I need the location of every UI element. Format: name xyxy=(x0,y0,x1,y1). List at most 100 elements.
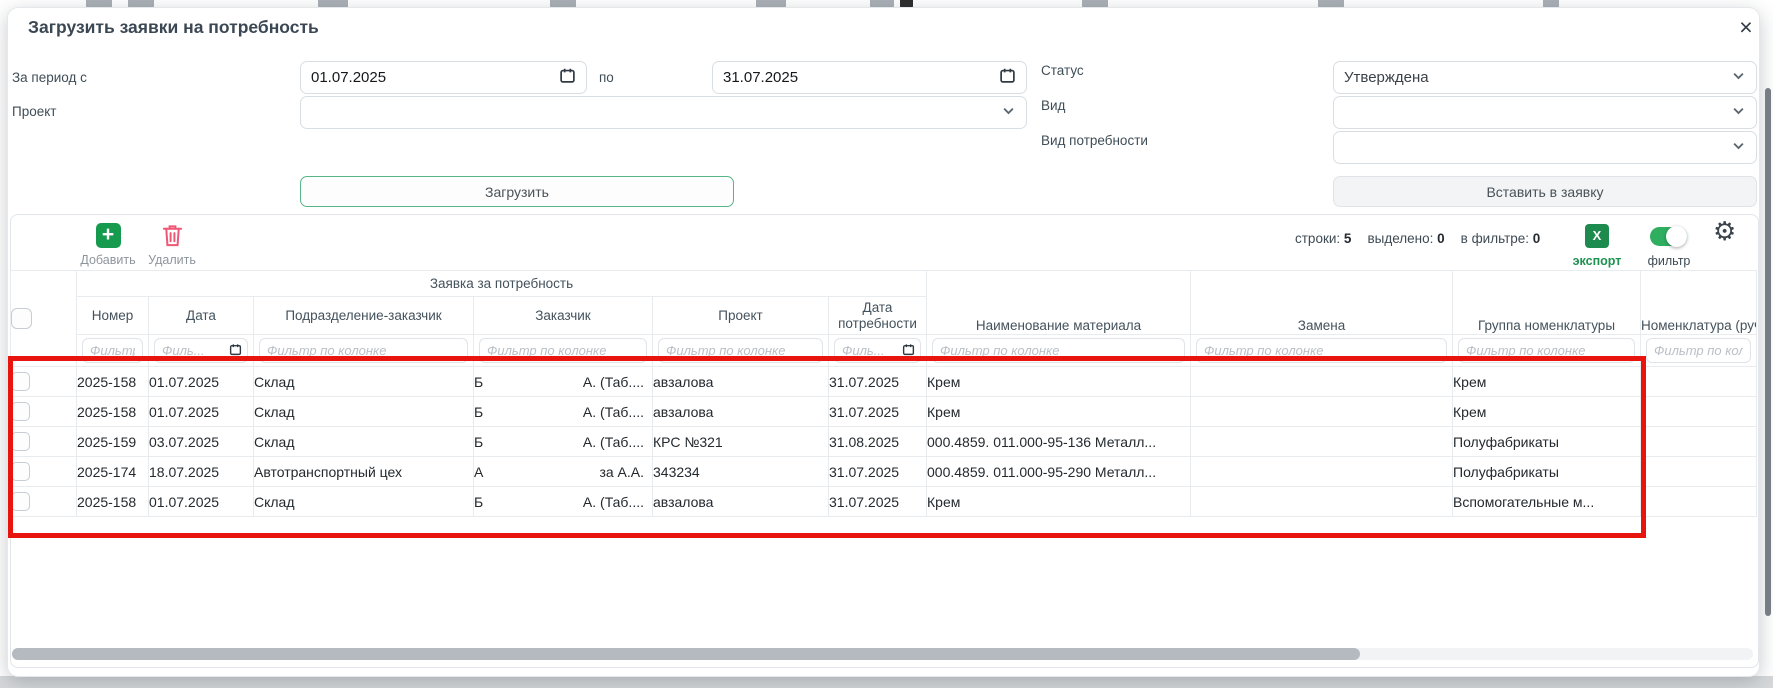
cell-customer: БА. (Таб.... xyxy=(474,367,653,397)
table-row[interactable]: 2025-158 01.07.2025 Склад БА. (Таб.... а… xyxy=(11,367,1757,397)
filter-input-material[interactable] xyxy=(932,338,1185,363)
cell-nomenclature xyxy=(1641,427,1757,457)
row-checkbox[interactable] xyxy=(11,432,30,451)
column-header-need-date[interactable]: Дата потребности xyxy=(829,297,927,335)
cell-date: 18.07.2025 xyxy=(149,457,254,487)
table-row[interactable]: 2025-158 01.07.2025 Склад БА. (Таб.... а… xyxy=(11,487,1757,517)
column-header-nomenclature[interactable]: Номенклатура (руч ввод) xyxy=(1641,271,1757,335)
delete-label: Удалить xyxy=(142,253,202,267)
cell-number: 2025-158 xyxy=(77,487,149,517)
calendar-icon[interactable] xyxy=(559,67,576,88)
grid-counters: строки: 5 выделено: 0 в фильтре: 0 xyxy=(1295,231,1540,246)
to-label: по xyxy=(599,70,614,85)
cell-date: 03.07.2025 xyxy=(149,427,254,457)
calendar-icon xyxy=(229,343,242,356)
cell-nomenclature xyxy=(1641,487,1757,517)
dialog-title: Загрузить заявки на потребность xyxy=(28,17,319,38)
export-button[interactable]: X xyxy=(1573,224,1621,248)
cell-group: Полуфабрикаты xyxy=(1453,457,1641,487)
chevron-down-icon xyxy=(1731,68,1746,87)
export-label: экспорт xyxy=(1562,254,1632,268)
cell-replace xyxy=(1191,367,1453,397)
column-header-group[interactable]: Группа номенклатуры xyxy=(1453,271,1641,335)
need-type-label: Вид потребности xyxy=(1041,133,1148,148)
add-icon: + xyxy=(96,223,121,248)
date-from-input[interactable]: 01.07.2025 xyxy=(300,61,587,94)
vid-select[interactable] xyxy=(1333,96,1757,129)
select-all-cell xyxy=(11,271,77,367)
selected-counter: выделено: 0 xyxy=(1367,231,1444,246)
project-select[interactable] xyxy=(300,96,1027,129)
cell-material: 000.4859. 011.000-95-136 Металл... xyxy=(927,427,1191,457)
calendar-icon[interactable] xyxy=(999,67,1016,88)
column-header-customer[interactable]: Заказчик xyxy=(474,297,653,335)
gear-icon[interactable]: ⚙ xyxy=(1713,219,1736,245)
row-checkbox[interactable] xyxy=(11,462,30,481)
cell-group: Крем xyxy=(1453,367,1641,397)
cell-need-date: 31.07.2025 xyxy=(829,397,927,427)
select-all-checkbox[interactable] xyxy=(11,308,32,329)
filter-input-number[interactable] xyxy=(82,338,143,363)
horizontal-scrollbar-thumb[interactable] xyxy=(12,648,1360,660)
chevron-down-icon xyxy=(1731,138,1746,157)
rows-counter: строки: 5 xyxy=(1295,231,1351,246)
filter-label: фильтр xyxy=(1634,254,1704,268)
calendar-icon xyxy=(902,343,915,356)
group-header: Заявка за потребность xyxy=(77,271,927,297)
trash-icon xyxy=(142,223,202,248)
add-button[interactable]: + Добавить xyxy=(76,223,140,267)
cell-nomenclature xyxy=(1641,367,1757,397)
page: Загрузить заявки на потребность × За пер… xyxy=(0,0,1773,688)
in-filter-counter: в фильтре: 0 xyxy=(1461,231,1541,246)
vid-label: Вид xyxy=(1041,98,1065,113)
cell-customer: Аза А.А. xyxy=(474,457,653,487)
filter-input-department[interactable] xyxy=(259,338,468,363)
cell-material: Крем xyxy=(927,367,1191,397)
cell-material: 000.4859. 011.000-95-290 Металл... xyxy=(927,457,1191,487)
filter-toggle[interactable] xyxy=(1650,227,1687,246)
filter-input-group[interactable] xyxy=(1458,338,1635,363)
close-icon[interactable]: × xyxy=(1733,14,1759,40)
table-row[interactable]: 2025-158 01.07.2025 Склад БА. (Таб.... а… xyxy=(11,397,1757,427)
filter-input-customer[interactable] xyxy=(479,338,647,363)
cell-group: Крем xyxy=(1453,397,1641,427)
cell-department: Склад xyxy=(254,397,474,427)
status-label: Статус xyxy=(1041,63,1084,78)
cell-number: 2025-174 xyxy=(77,457,149,487)
delete-button[interactable]: Удалить xyxy=(142,223,202,267)
row-checkbox[interactable] xyxy=(11,372,30,391)
insert-button[interactable]: Вставить в заявку xyxy=(1333,176,1757,207)
cell-project: авзалова xyxy=(653,397,829,427)
filter-input-replace[interactable] xyxy=(1196,338,1447,363)
table-row[interactable]: 2025-159 03.07.2025 Склад БА. (Таб.... К… xyxy=(11,427,1757,457)
row-checkbox[interactable] xyxy=(11,492,30,511)
cell-customer: БА. (Таб.... xyxy=(474,427,653,457)
cell-department: Склад xyxy=(254,367,474,397)
filter-input-project[interactable] xyxy=(658,338,823,363)
load-button[interactable]: Загрузить xyxy=(300,176,734,207)
cell-group: Вспомогательные м... xyxy=(1453,487,1641,517)
date-to-input[interactable]: 31.07.2025 xyxy=(712,61,1027,94)
column-header-project[interactable]: Проект xyxy=(653,297,829,335)
table-row[interactable]: 2025-174 18.07.2025 Автотранспортный цех… xyxy=(11,457,1757,487)
period-from-label: За период с xyxy=(12,70,87,85)
status-select[interactable]: Утверждена xyxy=(1333,61,1757,94)
vertical-scrollbar-thumb[interactable] xyxy=(1765,88,1771,616)
column-header-replace[interactable]: Замена xyxy=(1191,271,1453,335)
need-type-select[interactable] xyxy=(1333,131,1757,164)
cell-project: авзалова xyxy=(653,367,829,397)
cell-replace xyxy=(1191,397,1453,427)
cell-project: авзалова xyxy=(653,487,829,517)
column-header-number[interactable]: Номер xyxy=(77,297,149,335)
row-checkbox[interactable] xyxy=(11,402,30,421)
column-header-date[interactable]: Дата xyxy=(149,297,254,335)
cell-need-date: 31.08.2025 xyxy=(829,427,927,457)
filter-input-nomenclature[interactable] xyxy=(1646,338,1751,363)
column-header-material[interactable]: Наименование материала xyxy=(927,271,1191,335)
cell-project: 343234 xyxy=(653,457,829,487)
cell-material: Крем xyxy=(927,397,1191,427)
cell-replace xyxy=(1191,457,1453,487)
cell-number: 2025-159 xyxy=(77,427,149,457)
cell-department: Склад xyxy=(254,487,474,517)
column-header-department[interactable]: Подразделение-заказчик xyxy=(254,297,474,335)
